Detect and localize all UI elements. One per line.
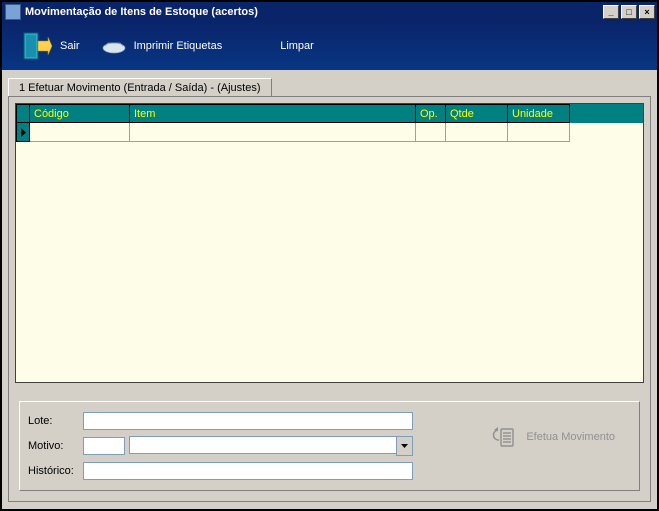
grid-header-row: Código Item Op. Qtde Unidade	[16, 104, 643, 123]
tabstrip: 1 Efetuar Movimento (Entrada / Saída) - …	[8, 74, 651, 96]
motivo-combo[interactable]	[129, 436, 413, 456]
window-title: Movimentação de Itens de Estoque (acerto…	[25, 6, 603, 18]
app-icon	[5, 4, 21, 20]
window-controls: _ □ ×	[603, 5, 655, 19]
cell-codigo[interactable]	[30, 123, 130, 142]
col-header-op[interactable]: Op.	[416, 104, 446, 123]
col-header-codigo[interactable]: Código	[30, 104, 130, 123]
refresh-document-icon	[488, 424, 516, 450]
lote-label: Lote:	[28, 415, 83, 427]
clear-button[interactable]: Limpar	[280, 40, 314, 52]
efetua-movimento-button[interactable]: Efetua Movimento	[488, 424, 615, 450]
tab-content: Código Item Op. Qtde Unidade Lote:	[8, 96, 651, 502]
historico-label: Histórico:	[28, 465, 83, 477]
lote-input[interactable]	[83, 412, 413, 430]
print-labels-label: Imprimir Etiquetas	[134, 40, 223, 52]
row-indicator-icon	[16, 123, 30, 142]
col-header-qtde[interactable]: Qtde	[446, 104, 508, 123]
minimize-button[interactable]: _	[603, 5, 619, 19]
cell-qtde[interactable]	[446, 123, 508, 142]
motivo-combo-input[interactable]	[129, 436, 396, 454]
grid-corner	[16, 104, 30, 123]
tab-movement-label: 1 Efetuar Movimento (Entrada / Saída) - …	[19, 82, 261, 94]
cell-unidade[interactable]	[508, 123, 570, 142]
tab-movement[interactable]: 1 Efetuar Movimento (Entrada / Saída) - …	[8, 78, 272, 97]
motivo-label: Motivo:	[28, 440, 83, 452]
main-window: Movimentação de Itens de Estoque (acerto…	[0, 0, 659, 511]
exit-button[interactable]: Sair	[20, 31, 80, 61]
print-labels-button[interactable]: Imprimir Etiquetas	[102, 38, 223, 54]
table-row[interactable]	[16, 123, 643, 142]
historico-input[interactable]	[83, 462, 413, 480]
toolbar: Sair Imprimir Etiquetas Limpar	[2, 22, 657, 70]
motivo-code-input[interactable]	[83, 437, 125, 455]
efetua-movimento-label: Efetua Movimento	[526, 431, 615, 443]
col-header-unidade[interactable]: Unidade	[508, 104, 570, 123]
exit-label: Sair	[60, 40, 80, 52]
exit-icon	[20, 31, 52, 61]
bottom-form-panel: Lote: Motivo: Histórico:	[19, 401, 640, 491]
clear-label: Limpar	[280, 40, 314, 52]
col-header-item[interactable]: Item	[130, 104, 416, 123]
data-grid[interactable]: Código Item Op. Qtde Unidade	[15, 103, 644, 383]
titlebar: Movimentação de Itens de Estoque (acerto…	[2, 2, 657, 22]
cell-op[interactable]	[416, 123, 446, 142]
maximize-button[interactable]: □	[621, 5, 637, 19]
close-button[interactable]: ×	[639, 5, 655, 19]
label-icon	[102, 38, 126, 54]
cell-item[interactable]	[130, 123, 416, 142]
chevron-down-icon[interactable]	[396, 436, 413, 456]
